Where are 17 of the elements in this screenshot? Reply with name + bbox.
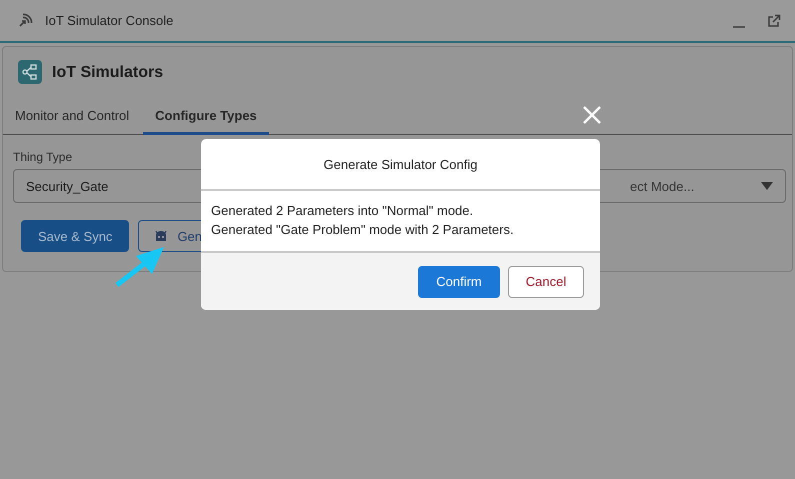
cancel-button[interactable]: Cancel bbox=[508, 266, 584, 298]
save-sync-button[interactable]: Save & Sync bbox=[21, 220, 130, 252]
close-button[interactable] bbox=[582, 105, 602, 125]
robot-icon bbox=[155, 230, 168, 242]
dialog-title: Generate Simulator Config bbox=[324, 156, 478, 172]
window-title: IoT Simulator Console bbox=[45, 13, 174, 28]
dialog-message: Generated 2 Parameters into "Normal" mode. bbox=[211, 203, 474, 218]
minimize-icon bbox=[733, 26, 745, 28]
tab[interactable]: Monitor and Control bbox=[5, 101, 140, 135]
network-icon bbox=[18, 60, 42, 84]
caret-icon bbox=[761, 182, 773, 190]
popout-icon bbox=[767, 14, 781, 28]
signal-icon bbox=[17, 12, 33, 28]
confirm-button[interactable]: Confirm bbox=[418, 266, 500, 298]
tab[interactable]: Configure Types bbox=[143, 101, 269, 135]
field-label: Thing Type bbox=[13, 150, 74, 164]
app-title: IoT Simulators bbox=[52, 64, 164, 82]
